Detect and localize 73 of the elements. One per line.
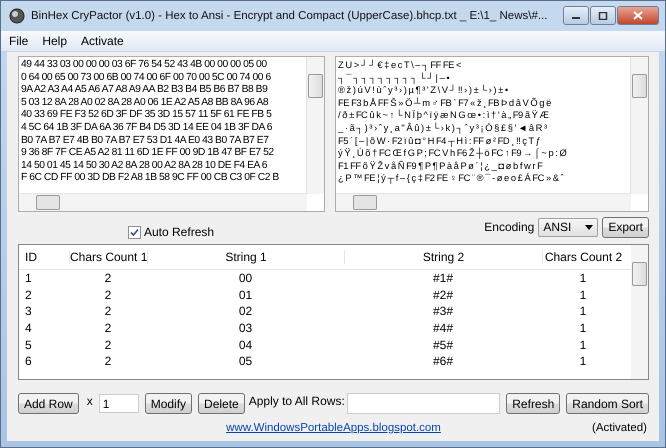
table-cell-text: 1 [578, 338, 588, 352]
table-cell-text: 2 [104, 354, 112, 368]
hex-line: 9 36 8F 7F CE A5 A2 81 11 6D 1E FF 00 9D 1B 47 BF E7 52 [21, 147, 275, 160]
random-sort-button[interactable]: Random Sort [566, 393, 649, 414]
table-cell-text: 01 [238, 288, 254, 302]
activation-status: (Activated) [592, 422, 647, 434]
ansi-line: FE F3 b Å FF Š » Ö ┴ m ♂ FB ` F7 « ž ¸ FB Þ d â V Õ g ë [338, 96, 552, 110]
hex-line: F 6C CD FF 00 3D DB F2 A8 1B 58 9C FF 00 CB C3 0F C2 B [21, 172, 280, 185]
refresh-button[interactable]: Refresh [506, 393, 560, 414]
hex-line: 14 50 01 45 14 50 30 A2 8A 28 00 A2 8A 28 10 DE F4 EA 6 [21, 160, 268, 172]
column-header[interactable]: String 1 [147, 250, 344, 264]
hex-line: 9A A2 A3 A4 A5 A6 A7 A8 A9 AA B2 B3 B4 B5 B6 B7 B8 B9 [21, 84, 268, 97]
column-header[interactable]: Chars Count 1 [69, 250, 147, 264]
table-cell-text: 2 [104, 338, 112, 352]
window-title: BinHex CryPactor (v1.0) - Hex to Ansi - Encrypt and Compact (UpperCase).bhcp.txt _ E:\1_ News\#... [31, 10, 548, 22]
table-cell-text: 1 [578, 304, 588, 318]
table-cell-text: 5 [24, 338, 33, 352]
table-cell-text: 00 [238, 271, 254, 286]
menu-item[interactable]: Help [42, 34, 68, 48]
apply-label: Apply to All Rows: [248, 394, 345, 408]
auto-refresh-label: Auto Refresh [144, 225, 214, 239]
multiplier-label: x [86, 394, 93, 408]
ansi-line: ý Ÿ ¸ Ú õ † FC Œ f G P ; FC V h F6 Ž ┼ ö FC ↑ F9 → ⌠ ~ p : Ø [338, 147, 568, 160]
hex-line: B0 7A B7 E7 4B B0 7A B7 E7 53 D1 4A E0 43 B0 7A B7 E7 [21, 134, 270, 148]
modify-button[interactable]: Modify [144, 393, 192, 414]
table-cell-text: 2 [104, 321, 112, 336]
ansi-line: _ · ã ┐ ) ³ › ˆ y ¸ a " Â û ) ± └ › k ) ┐ ˆ y ³ ¡ Ó § £ § ' ◄ â R ³ [338, 122, 548, 135]
hex-line: 49 44 33 03 00 00 00 03 6F 76 54 52 43 4B 00 00 00 05 00 [21, 59, 268, 72]
table-cell-text: 1 [578, 271, 588, 286]
table-cell-text: 3 [24, 304, 33, 318]
row-count-input[interactable]: 1 [98, 394, 139, 413]
column-header[interactable]: Chars Count 2 [542, 250, 624, 264]
hex-line: 40 33 69 FE F3 52 6D 3F DF 35 3D 15 57 11 5F 61 FE FB 5 [21, 109, 272, 122]
table-cell-text: 05 [238, 354, 254, 368]
delete-button[interactable]: Delete [198, 393, 245, 414]
table-cell-text: #2# [432, 288, 454, 302]
hex-line: 4 5C 64 1B 3F DA 6A 36 7F B4 D5 3D 14 EE 04 1B 3F DA 6 [21, 122, 274, 135]
add-row-button[interactable]: Add Row [18, 393, 79, 414]
ansi-line: F1 FF õ Ÿ Ž v å Ñ F9 ¶ P ¶ P à å P ø ´ ¦ ¿ _ ◘ ø b f w r F [338, 160, 544, 172]
table-cell-text: 1 [578, 321, 588, 336]
table-cell-text: 02 [238, 304, 254, 318]
table-cell-text: 4 [24, 321, 33, 336]
table-cell-text: #3# [432, 304, 454, 318]
column-header[interactable]: ID [19, 250, 69, 264]
column-header[interactable]: String 2 [344, 250, 542, 264]
export-button[interactable]: Export [602, 216, 649, 238]
table-cell-text: 03 [238, 321, 254, 336]
table-cell-text: 2 [104, 304, 112, 318]
encoding-label: Encoding [484, 220, 534, 234]
table-cell-text: 2 [104, 288, 112, 302]
table-cell-text: #6# [432, 354, 454, 368]
ansi-line: ┐ ¯ ┐ ┐ ┐ ┐ ┐ ┐ ┐ ┐ └ ┘ | – • [338, 72, 450, 84]
menu-item[interactable]: File [9, 34, 28, 48]
table-cell-text: 04 [238, 338, 254, 352]
ansi-line: / ð ± FC û k ~ ↑ └ N Ï þ ^ ï ÿ æ N G œ • : ì † ' à „ F9 ã Ÿ Æ [338, 109, 550, 122]
table-cell-text: #1# [432, 271, 454, 286]
table-cell-text: 2 [24, 288, 33, 302]
ansi-line: ® ž ) ú V ! ù ˆ y ³ › ) µ ¶ ³ ' Z \ V ┘ ‼ › ) ± └ › ) ± • [338, 84, 509, 97]
website-link[interactable]: www.WindowsPortableApps.blogspot.com [226, 422, 441, 434]
table-cell-text: #4# [432, 321, 454, 336]
table-cell-text: 6 [24, 354, 33, 368]
table-cell-text: 1 [578, 354, 588, 368]
encoding-dropdown[interactable]: ANSI [538, 218, 598, 236]
hex-line: 0 64 00 65 00 73 00 6B 00 74 00 6F 00 70 00 5C 00 74 00 6 [21, 72, 272, 84]
menu-item[interactable]: Activate [81, 34, 124, 48]
hex-line: 5 03 12 8A 28 A0 02 8A 28 A0 06 1E A2 A5 A8 BB 8A 96 A8 [21, 96, 270, 110]
table-cell-text: 2 [104, 271, 112, 286]
ansi-line: Z U > ┘ ┘ € ‡ e c T \ – ┐ FF FE < [338, 59, 462, 72]
table-cell-text: 1 [578, 288, 588, 302]
table-cell-text: 1 [24, 271, 33, 286]
ansi-line: ¿ P ™ FE ¦ ý ┬ f – { ç ‡ F2 FE ♀ FC ¨ ® ¯ - ø e o £ Á FC » & ˆ [338, 172, 564, 185]
ansi-line: F5 ´ [ – | õ W · F2 ï û ◘ ° H F4 ┬ H ì : FF ø ² FD ¸ ‼ ç T ƒ [338, 134, 542, 148]
table-cell-text: #5# [432, 338, 454, 352]
